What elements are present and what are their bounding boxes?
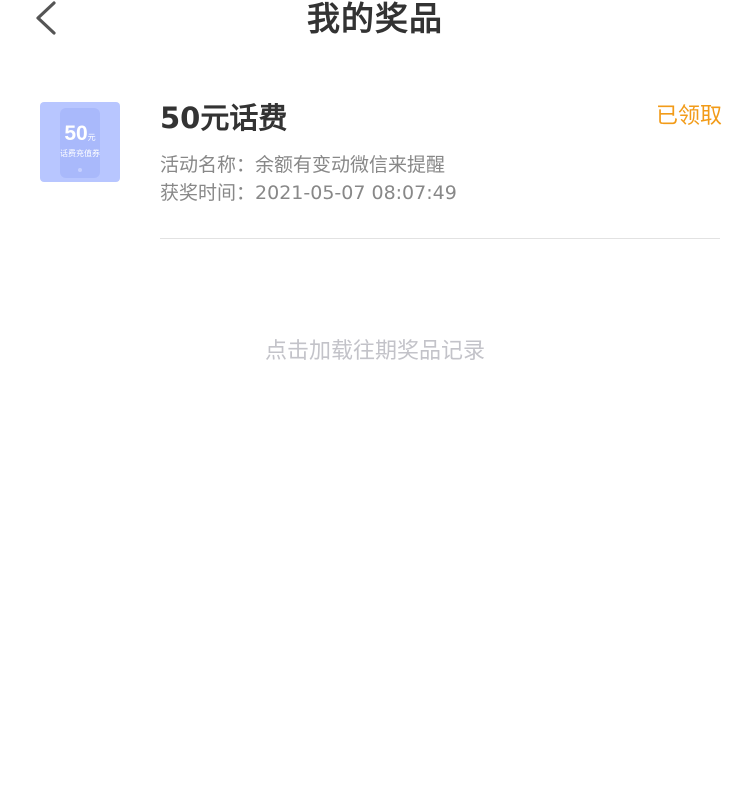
voucher-value: 50元 [40, 122, 120, 150]
header: 我的奖品 [0, 0, 750, 44]
prize-status-claimed[interactable]: 已领取 [656, 101, 722, 133]
phone-credit-voucher-icon: 50元 话费充值券 [40, 102, 120, 182]
award-time: 2021-05-07 08:07:49 [255, 182, 457, 204]
divider [160, 238, 720, 239]
page-title: 我的奖品 [307, 0, 443, 38]
prize-name: 50元话费 [160, 101, 288, 135]
activity-label: 活动名称： [160, 154, 256, 176]
voucher-unit: 元 [87, 133, 96, 142]
load-history-button[interactable]: 点击加载往期奖品记录 [0, 337, 750, 367]
voucher-amount: 50 [64, 122, 88, 145]
phone-home-dot [78, 168, 82, 172]
activity-name: 余额有变动微信来提醒 [255, 154, 446, 176]
award-time-label: 获奖时间： [160, 182, 256, 204]
voucher-caption: 话费充值券 [60, 149, 100, 158]
award-time-info: 获奖时间：2021-05-07 08:07:49 [160, 179, 457, 207]
prize-list-item[interactable]: 50元 话费充值券 50元话费 已领取 活动名称：余额有变动微信来提醒 获奖时间… [0, 100, 750, 240]
activity-info: 活动名称：余额有变动微信来提醒 [160, 151, 445, 179]
